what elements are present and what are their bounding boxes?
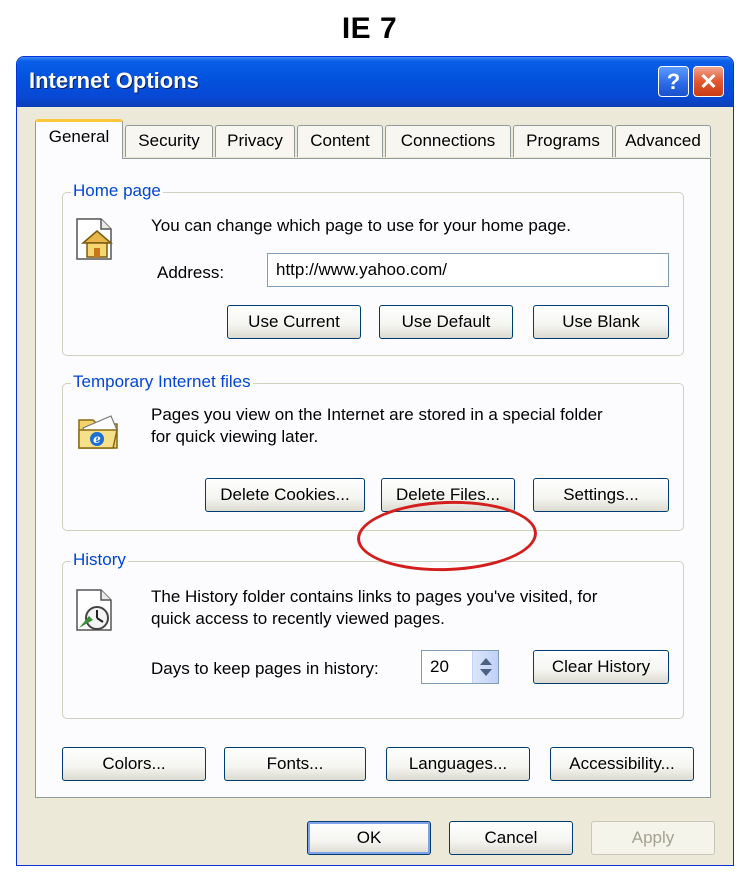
spin-down-icon[interactable] — [480, 669, 492, 676]
tab-connections[interactable]: Connections — [385, 125, 511, 157]
tab-security[interactable]: Security — [125, 125, 213, 157]
colors-button[interactable]: Colors... — [62, 747, 206, 781]
close-button[interactable]: ✕ — [693, 66, 724, 97]
temp-files-description-line1: Pages you view on the Internet are store… — [151, 405, 603, 424]
general-tab-panel: Home page You can change which page to u… — [35, 158, 711, 798]
tab-general[interactable]: General — [35, 119, 123, 159]
use-current-button[interactable]: Use Current — [227, 305, 361, 339]
settings-button[interactable]: Settings... — [533, 478, 669, 512]
house-document-icon — [75, 217, 115, 266]
address-label: Address: — [157, 263, 225, 282]
history-group: History The History folder contains link… — [62, 550, 684, 719]
tab-privacy[interactable]: Privacy — [215, 125, 295, 157]
spin-up-icon[interactable] — [480, 658, 492, 665]
temp-files-description-line2: for quick viewing later. — [151, 427, 319, 446]
languages-button[interactable]: Languages... — [386, 747, 530, 781]
use-default-button[interactable]: Use Default — [379, 305, 513, 339]
history-description-line2: quick access to recently viewed pages. — [151, 609, 445, 628]
ok-button[interactable]: OK — [307, 821, 431, 855]
home-page-group-label: Home page — [71, 181, 163, 201]
days-spinner[interactable] — [472, 651, 498, 683]
window-title: Internet Options — [29, 68, 199, 93]
internet-options-dialog: Internet Options ? ✕ General Security Pr… — [16, 56, 734, 866]
tab-advanced[interactable]: Advanced — [615, 125, 711, 157]
svg-text:e: e — [93, 432, 101, 446]
clear-history-button[interactable]: Clear History — [533, 650, 669, 684]
title-bar[interactable]: Internet Options ? ✕ — [17, 57, 733, 107]
days-stepper[interactable]: 20 — [421, 650, 499, 684]
page-caption: IE 7 — [341, 12, 398, 45]
history-clock-icon — [75, 588, 115, 637]
days-value: 20 — [430, 657, 449, 676]
tab-programs[interactable]: Programs — [513, 125, 613, 157]
home-page-group: Home page You can change which page to u… — [62, 181, 684, 356]
dialog-body: General Security Privacy Content Connect… — [21, 107, 729, 861]
temp-files-group: Temporary Internet files e Pages you vie… — [62, 372, 684, 531]
tab-content[interactable]: Content — [297, 125, 383, 157]
days-to-keep-label: Days to keep pages in history: — [151, 659, 379, 678]
fonts-button[interactable]: Fonts... — [224, 747, 366, 781]
cancel-button[interactable]: Cancel — [449, 821, 573, 855]
delete-cookies-button[interactable]: Delete Cookies... — [205, 478, 365, 512]
ie-folder-icon: e — [77, 412, 121, 457]
home-page-description: You can change which page to use for you… — [151, 216, 571, 235]
use-blank-button[interactable]: Use Blank — [533, 305, 669, 339]
address-input[interactable] — [267, 253, 669, 287]
accessibility-button[interactable]: Accessibility... — [550, 747, 694, 781]
history-group-label: History — [71, 550, 128, 570]
help-button[interactable]: ? — [658, 66, 689, 97]
temp-files-group-label: Temporary Internet files — [71, 372, 253, 392]
apply-button[interactable]: Apply — [591, 821, 715, 855]
history-description-line1: The History folder contains links to pag… — [151, 587, 598, 606]
